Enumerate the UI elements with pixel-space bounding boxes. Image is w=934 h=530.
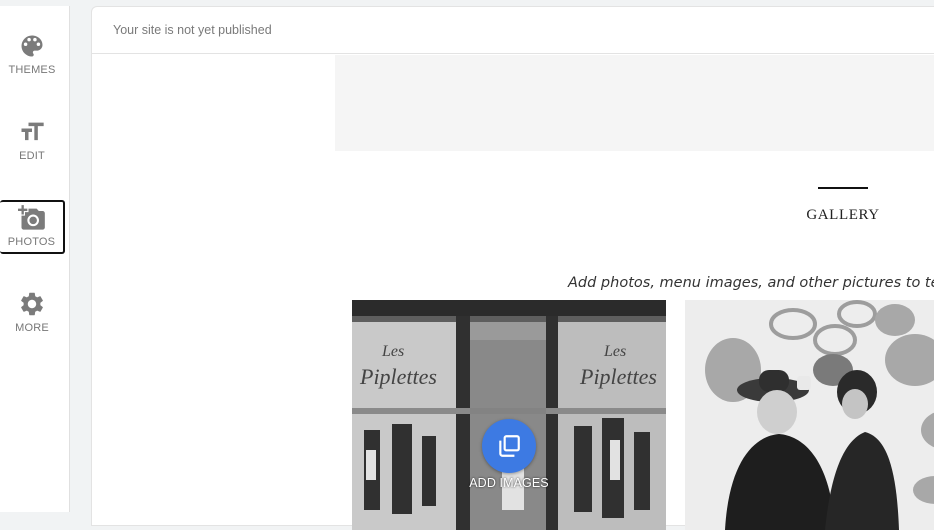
shop-sign-right-line2: Piplettes <box>579 364 657 389</box>
gallery-title[interactable]: GALLERY <box>772 207 914 224</box>
editor-canvas: Your site is not yet published GALLERY A… <box>91 6 934 530</box>
rail-label-photos: PHOTOS <box>7 236 56 248</box>
left-rail: THEMES EDIT PHOTOS MORE <box>0 6 70 512</box>
shopfront-image: Les Piplettes Les Piplettes <box>352 300 666 530</box>
rail-item-themes[interactable]: THEMES <box>0 30 64 84</box>
gear-icon <box>21 292 43 316</box>
gallery-photo-hats[interactable] <box>685 300 934 530</box>
rail-item-edit[interactable]: EDIT <box>0 116 64 170</box>
rail-item-photos[interactable]: PHOTOS <box>0 200 65 254</box>
palette-icon <box>21 35 43 57</box>
add-photo-icon <box>17 205 45 230</box>
gallery-title-rule <box>818 187 868 189</box>
publish-status-text: Your site is not yet published <box>113 23 272 37</box>
shop-sign-right-line1: Les <box>603 343 626 360</box>
hats-image <box>685 300 934 530</box>
publish-status-bar: Your site is not yet published <box>92 7 934 54</box>
gallery-photo-shopfront[interactable]: Les Piplettes Les Piplettes <box>352 300 666 530</box>
header-banner[interactable] <box>335 55 934 151</box>
shop-sign-line2: Piplettes <box>359 364 437 389</box>
gallery-subtitle[interactable]: Add photos, menu images, and other pictu… <box>568 275 934 291</box>
rail-label-edit: EDIT <box>19 150 45 162</box>
rail-label-themes: THEMES <box>8 64 56 76</box>
rail-label-more: MORE <box>15 322 49 334</box>
add-images-label[interactable]: ADD IMAGES <box>448 476 570 490</box>
copy-stack-icon <box>499 435 520 457</box>
shop-sign-line1: Les <box>381 343 404 360</box>
text-size-icon <box>21 122 44 141</box>
rail-item-more[interactable]: MORE <box>0 288 64 342</box>
add-images-button[interactable] <box>482 419 536 473</box>
